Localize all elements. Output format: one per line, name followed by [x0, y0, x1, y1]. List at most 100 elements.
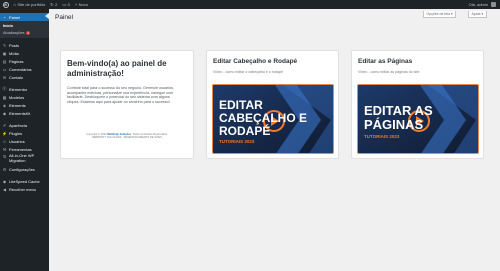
painel-submenu: Início Atualizações 2 [0, 21, 49, 38]
thumb-line-1: EDITAR AS [364, 103, 433, 118]
site-name-link[interactable]: ⌂ Site de portfólio [11, 2, 48, 7]
submenu-item-updates[interactable]: Atualizações 2 [0, 29, 49, 36]
copyright-line2: WEBFINITY SOLUÇÕES · DESENVOLVIMENTO DE … [92, 136, 162, 140]
collapse-icon: ◀ [2, 186, 7, 192]
welcome-card: Bem-vindo(a) ao painel de administração!… [60, 50, 194, 159]
video-title: Editar Cabeçalho e Rodapé [213, 58, 298, 65]
updates-icon: ↻ [50, 2, 54, 7]
sidebar-item-label: Posts [9, 42, 20, 48]
sidebar-item-usuarios[interactable]: ☺ Usuários [0, 137, 49, 145]
sidebar-item-contato[interactable]: ✉ Contato [0, 73, 49, 81]
help-button[interactable]: Ajuda ▾ [468, 11, 487, 18]
sidebar-item-label: Usuários [9, 138, 25, 144]
plus-icon: + [74, 2, 78, 7]
video-subtitle: Vídeo - como editar o cabeçalho e o roda… [213, 70, 283, 74]
sidebar-item-label: Recolher menu [9, 186, 37, 192]
sidebar-item-aparencia[interactable]: ✐ Aparência [0, 121, 49, 129]
screen-options-label: Opções de tela [426, 12, 451, 16]
wordpress-logo-menu[interactable]: W [0, 1, 11, 8]
screen-options-button[interactable]: Opções de tela ▾ [423, 11, 457, 18]
sidebar-item-configuracoes[interactable]: ⚙ Configurações [0, 165, 49, 173]
brush-icon: ✐ [2, 122, 7, 128]
submenu-label: Atualizações [3, 30, 25, 35]
updates-link[interactable]: ↻ 2 [48, 2, 60, 7]
elementor-icon: Ⓔ [2, 86, 7, 91]
video-thumbnail[interactable]: EDITAR AS PÁGINAS TUTORIAIS 2023 [357, 84, 479, 154]
pin-icon: ✎ [2, 42, 7, 48]
kit-icon: ◆ [2, 110, 7, 116]
folder-icon: ▦ [2, 94, 7, 100]
thumb-line-3: RODAPÉ [219, 123, 270, 138]
sidebar-item-posts[interactable]: ✎ Posts [0, 41, 49, 49]
admin-sidebar: ◔ Painel Início Atualizações 2 ✎ Posts ▣ Mídi… [0, 9, 49, 271]
page-icon: ▤ [2, 58, 7, 64]
sidebar-item-label: Páginas [9, 58, 24, 64]
sidebar-item-label: Ferramentas [9, 146, 32, 152]
active-menu-pointer [45, 13, 49, 19]
sidebar-item-label: LiteSpeed Cache [9, 178, 40, 184]
admin-bar: W ⌂ Site de portfólio ↻ 2 ▭ 0 + Novo Olá, ad… [0, 0, 500, 9]
mail-icon: ✉ [2, 74, 7, 80]
settings-icon: ⚙ [2, 166, 7, 172]
sidebar-item-label: Contato [9, 74, 24, 80]
new-label: Novo [78, 2, 89, 7]
comments-count: 0 [67, 2, 70, 7]
sidebar-item-all-in-one-wp-migration[interactable]: ⇅ All-in-One WP Migration [0, 153, 49, 165]
sidebar-item-elementskit[interactable]: ◆ ElementsKit [0, 109, 49, 117]
dashboard-icon: ◔ [3, 14, 6, 20]
avatar[interactable] [491, 2, 496, 7]
sidebar-item-label: Plugins [9, 130, 23, 136]
sidebar-item-label: Mídia [9, 50, 19, 56]
sidebar-item-label: Configurações [9, 166, 35, 172]
thumb-line-2: PÁGINAS [364, 117, 424, 132]
sidebar-item-elements[interactable]: ◈ Elements [0, 101, 49, 109]
sidebar-item-label: Elements [9, 102, 26, 108]
migration-icon: ⇅ [2, 154, 7, 159]
sidebar-item-midia[interactable]: ▣ Mídia [0, 49, 49, 57]
sidebar-item-paginas[interactable]: ▤ Páginas [0, 57, 49, 65]
litespeed-icon: ◆ [2, 178, 7, 184]
chevron-down-icon: ▾ [451, 12, 453, 16]
thumb-line-1: EDITAR [219, 98, 263, 112]
welcome-title: Bem-vindo(a) ao painel de administração! [67, 59, 167, 78]
user-icon: ☺ [2, 138, 7, 144]
sidebar-item-recolher-menu[interactable]: ◀ Recolher menu [0, 185, 49, 193]
submenu-label: Início [3, 23, 13, 28]
video-card-pages: Editar as Páginas Vídeo - como editar as… [351, 50, 484, 159]
comments-link[interactable]: ▭ 0 [60, 2, 73, 7]
video-subtitle: Vídeo - como editar as páginas do site [358, 70, 420, 74]
sidebar-item-label: All-in-One WP Migration [9, 153, 35, 163]
wrench-icon: ⚒ [2, 146, 7, 152]
welcome-text: Controle total para o sucesso do seu neg… [67, 86, 175, 104]
thumbnail-art: EDITAR AS PÁGINAS TUTORIAIS 2023 [358, 85, 478, 153]
sidebar-item-ferramentas[interactable]: ⚒ Ferramentas [0, 145, 49, 153]
video-card-header-footer: Editar Cabeçalho e Rodapé Vídeo - como e… [206, 50, 339, 159]
account-menu[interactable]: Olá, admin [469, 2, 488, 7]
sidebar-item-painel[interactable]: ◔ Painel [0, 13, 49, 21]
sidebar-item-elementor[interactable]: Ⓔ Elementor [0, 85, 49, 93]
comment-icon: ▭ [2, 66, 7, 72]
sidebar-item-plugins[interactable]: ⚡ Plugins [0, 129, 49, 137]
updates-badge: 2 [26, 30, 31, 35]
wordpress-icon: W [2, 1, 9, 8]
comment-icon: ▭ [62, 2, 67, 7]
sidebar-item-label: Aparência [9, 122, 28, 128]
video-title: Editar as Páginas [358, 58, 413, 65]
sidebar-item-comentarios[interactable]: ▭ Comentários [0, 65, 49, 73]
sidebar-item-modelos[interactable]: ▦ Modelos [0, 93, 49, 101]
thumb-tag: TUTORIAIS 2023 [364, 134, 400, 139]
submenu-item-inicio[interactable]: Início [0, 22, 49, 29]
help-label: Ajuda [471, 12, 481, 16]
thumb-tag: TUTORIAIS 2023 [219, 139, 255, 144]
plugin-icon: ⚡ [2, 130, 7, 136]
chevron-down-icon: ▾ [481, 12, 484, 16]
sidebar-item-litespeed-cache[interactable]: ◆ LiteSpeed Cache [0, 177, 49, 185]
sidebar-item-label: Painel [9, 14, 21, 20]
page-title: Painel [55, 14, 74, 21]
sidebar-item-label: ElementsKit [9, 110, 31, 116]
thumbnail-art: EDITAR CABEÇALHO E RODAPÉ TUTORIAIS 2023 [213, 85, 333, 153]
home-icon: ⌂ [13, 2, 16, 7]
video-thumbnail[interactable]: EDITAR CABEÇALHO E RODAPÉ TUTORIAIS 2023 [212, 84, 334, 154]
thumb-line-2: CABEÇALHO E [219, 111, 307, 125]
new-content-link[interactable]: + Novo [72, 2, 90, 7]
